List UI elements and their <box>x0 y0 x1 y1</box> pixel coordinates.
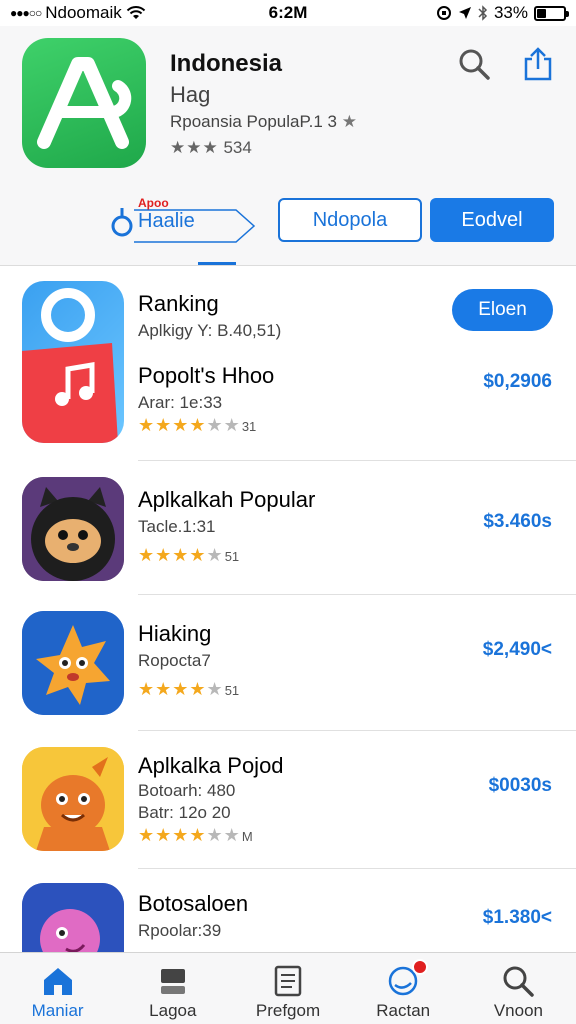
rating-count: 51 <box>224 549 240 564</box>
row-subtitle: Botoarh: 480 <box>138 781 236 800</box>
star-empty-icon: ★★ <box>206 415 241 435</box>
app-header: Indonesia Hag Rpoansia PopulaP.1 3 ★ ★★★… <box>0 26 576 266</box>
status-bar: ●●●○○ Ndoomaik 6:2M 33% <box>0 0 576 26</box>
category-star-icon: ★ <box>341 112 357 131</box>
status-left: ●●●○○ Ndoomaik <box>10 3 436 23</box>
tab-label: Prefgom <box>255 1001 321 1020</box>
row-subtitle: Ropocta7 <box>138 651 211 670</box>
tab-ractan[interactable]: Ractan <box>346 953 461 1024</box>
tab-label: Vnoon <box>493 1001 543 1020</box>
bear-character-icon[interactable] <box>22 477 124 581</box>
star-filled-icon: ★★★★ <box>138 545 207 565</box>
rating-count: M <box>241 829 253 844</box>
price-label[interactable]: $0030s <box>489 775 552 797</box>
rating-stars: ★★★★★★31 <box>138 415 256 436</box>
rating-stars: ★★★★★51 <box>138 545 239 566</box>
battery-icon <box>534 5 569 21</box>
price-label[interactable]: $2,490< <box>483 639 552 661</box>
star-empty-icon: ★ <box>206 679 224 699</box>
row-subtitle-secondary: Batr: 12o 20 <box>138 803 231 822</box>
app-title: Indonesia <box>170 50 283 77</box>
list-item[interactable]: Hiaking Ropocta7 ★★★★★51 $2,490< <box>0 595 576 731</box>
tab-label: Ractan <box>376 1001 431 1020</box>
music-app-icon[interactable] <box>22 281 124 443</box>
price-label[interactable]: $3.460s <box>483 511 552 533</box>
segment-small-label: Apoo <box>138 196 169 210</box>
app-category: Rpoansia PopulaP.1 3 ★ <box>170 112 357 132</box>
rating-count: 31 <box>241 419 257 434</box>
segment-first-label: Haalie <box>138 210 195 232</box>
tab-maniar[interactable]: Maniar <box>0 953 115 1024</box>
pink-creature-icon[interactable] <box>22 883 124 953</box>
tab-vnoon[interactable]: Vnoon <box>461 953 576 1024</box>
segment-eodvel[interactable]: Eodvel <box>430 198 554 242</box>
notification-badge-icon <box>411 959 428 975</box>
lock-rotation-icon <box>436 6 451 20</box>
list-item[interactable]: Aplkalka Pojod Botoarh: 480 Batr: 12o 20… <box>0 731 576 869</box>
row-title: Ranking <box>138 291 219 316</box>
app-subtitle: Hag <box>170 82 211 107</box>
row-title: Botosaloen <box>138 891 249 916</box>
signal-strength-icon: ●●●○○ <box>10 6 42 20</box>
list-item[interactable]: Ranking Aplkigy Y: B.40,51) Popolt's Hho… <box>0 267 576 461</box>
star-filled-icon: ★★★★ <box>138 825 207 845</box>
row-subtitle: Tacle.1:31 <box>138 517 216 536</box>
search-icon[interactable] <box>456 46 492 82</box>
app-rating-stars: ★★★ <box>170 138 219 157</box>
rating-count: 51 <box>224 683 240 698</box>
tab-label: Maniar <box>31 1001 84 1020</box>
row-title: Aplkalka Pojod <box>138 753 284 778</box>
star-filled-icon: ★★★★ <box>138 415 207 435</box>
star-character-icon[interactable] <box>22 611 124 715</box>
location-arrow-icon <box>458 7 471 19</box>
app-a-icon[interactable] <box>22 38 146 168</box>
row-subtitle: Aplkigy Y: B.40,51) <box>138 321 282 340</box>
tab-label: Lagoa <box>149 1001 197 1020</box>
tab-bar: Maniar Lagoa Prefgom Ractan Vnoon <box>0 952 576 1024</box>
row-title-secondary: Popolt's Hhoo <box>138 363 275 388</box>
stack-icon <box>160 969 185 994</box>
app-rating: ★★★ 534 <box>170 138 252 158</box>
battery-fill <box>537 8 546 18</box>
segment-haalie[interactable]: Apoo Haalie <box>110 196 256 243</box>
list-item[interactable]: Aplkalkah Popular Tacle.1:31 ★★★★★51 $3.… <box>0 461 576 595</box>
app-category-text: Rpoansia PopulaP.1 3 <box>170 112 337 131</box>
search-icon <box>503 966 535 997</box>
rating-stars: ★★★★★★M <box>138 825 253 846</box>
orange-monster-icon[interactable] <box>22 747 124 851</box>
tab-lagoa[interactable]: Lagoa <box>115 953 230 1024</box>
bluetooth-icon <box>478 5 488 21</box>
segment-indicator <box>198 262 236 265</box>
carrier-name: Ndoomaik <box>45 3 122 22</box>
row-title: Hiaking <box>138 621 212 646</box>
home-icon <box>43 968 72 995</box>
segment-ndopola[interactable]: Ndopola <box>278 198 422 242</box>
star-empty-icon: ★★ <box>206 825 241 845</box>
status-right: 33% <box>436 3 569 23</box>
app-rating-count: 534 <box>223 138 252 157</box>
tab-prefgom[interactable]: Prefgom <box>230 953 345 1024</box>
wifi-icon <box>126 6 146 19</box>
row-subtitle: Rpoolar:39 <box>138 921 222 940</box>
document-icon <box>274 965 302 997</box>
battery-percent: 33% <box>493 3 528 22</box>
star-empty-icon: ★ <box>206 545 224 565</box>
price-label[interactable]: $1.380< <box>483 907 552 929</box>
list-item[interactable]: Botosaloen Rpoolar:39 $1.380< <box>0 869 576 953</box>
star-filled-icon: ★★★★ <box>138 679 207 699</box>
price-label[interactable]: $0,2906 <box>483 371 552 393</box>
row-title: Aplkalkah Popular <box>138 487 316 512</box>
open-button[interactable]: Eloen <box>452 289 553 331</box>
rating-stars: ★★★★★51 <box>138 679 239 700</box>
row-subtitle-secondary: Arar: 1e:33 <box>138 393 223 412</box>
share-icon[interactable] <box>520 46 556 82</box>
